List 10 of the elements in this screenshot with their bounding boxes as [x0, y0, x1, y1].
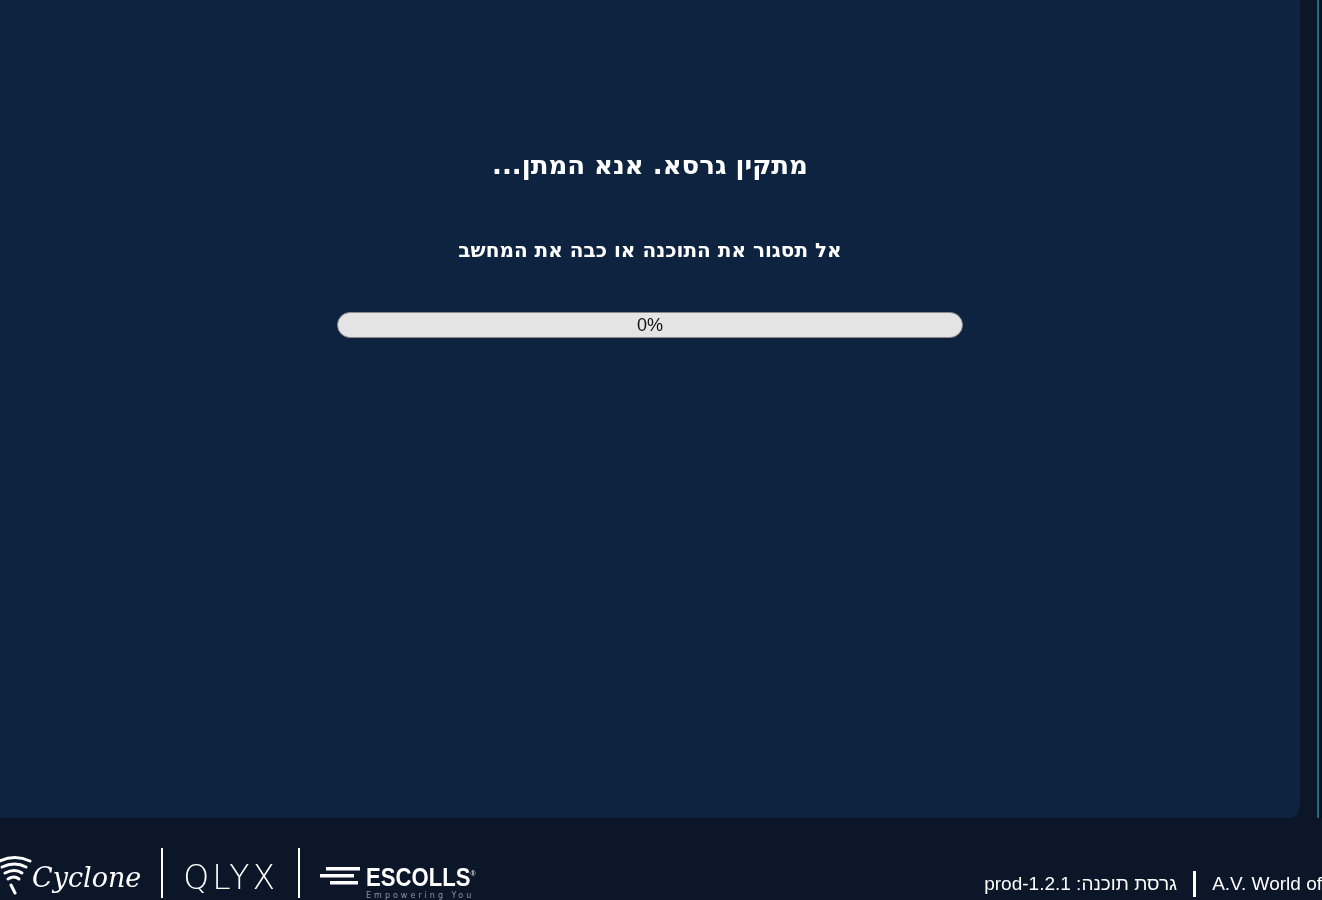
company-name: A.V. World of	[1212, 873, 1322, 895]
escolls-tagline: Empowering You	[366, 892, 476, 900]
cyclone-logo-text: Cyclone	[32, 861, 142, 893]
speed-lines-icon	[320, 867, 361, 885]
software-version: גרסת תוכנה: prod-1.2.1	[984, 873, 1178, 895]
warning-text: אל תסגור את התוכנה או כבה את המחשב	[458, 238, 842, 262]
progress-percent: 0%	[637, 314, 663, 336]
qlyx-logo-text: QLYX	[183, 857, 279, 897]
escolls-logo-text: ESCOLLS$^{®}$	[366, 864, 476, 890]
install-title: מתקין גרסא. אנא המתן...	[492, 150, 808, 182]
